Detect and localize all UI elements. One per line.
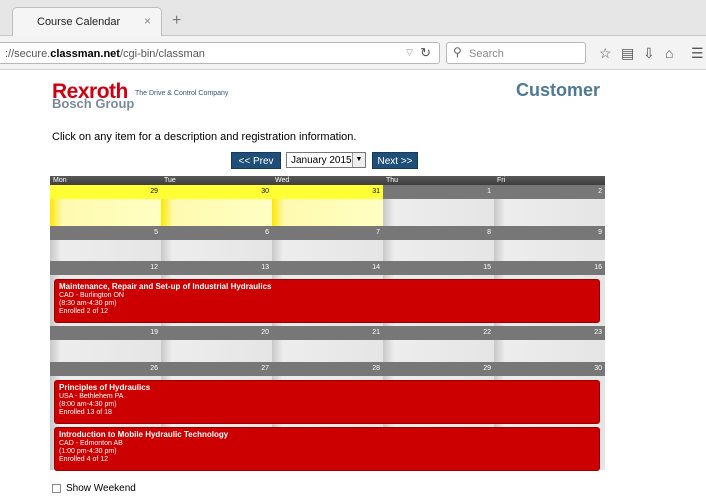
day-number: 14: [272, 261, 383, 275]
day-number: 6: [161, 226, 272, 240]
calendar-week: 19 20 21 22 23: [50, 326, 605, 362]
url-bar[interactable]: ://secure.classman.net/cgi-bin/classman …: [0, 42, 440, 64]
calendar-grid: Mon Tue Wed Thu Fri 29 30 31 1 2 5 6 7 8…: [50, 176, 605, 471]
day-number: 2: [494, 185, 605, 199]
day-number: 27: [161, 362, 272, 376]
page-title: Customer: [515, 80, 600, 100]
course-title: Maintenance, Repair and Set-up of Indust…: [59, 282, 272, 291]
calendar-week: 29 30 31 1 2: [50, 185, 605, 226]
day-number: 30: [494, 362, 605, 376]
day-cell[interactable]: [272, 199, 383, 226]
day-number: 29: [50, 185, 161, 199]
tab-course-calendar[interactable]: Course Calendar ×: [12, 7, 162, 37]
day-cell[interactable]: [494, 240, 605, 261]
logo-tagline: The Drive & Control Company: [135, 90, 229, 97]
day-number: 30: [161, 185, 272, 199]
course-time: (8:30 am-4:30 pm): [59, 300, 117, 307]
search-input[interactable]: ⚲ Search: [446, 42, 586, 64]
day-cell[interactable]: [50, 199, 161, 226]
browser-navbar: ://secure.classman.net/cgi-bin/classman …: [0, 36, 706, 70]
day-cell[interactable]: [161, 199, 272, 226]
day-number: 5: [50, 226, 161, 240]
day-number: 21: [272, 326, 383, 340]
day-number: 20: [161, 326, 272, 340]
day-cell[interactable]: [272, 340, 383, 362]
month-select[interactable]: January 2015 ▼: [286, 152, 366, 168]
show-weekend-checkbox[interactable]: [52, 484, 61, 493]
course-location: USA - Bethlehem PA: [59, 393, 124, 400]
day-number: 19: [50, 326, 161, 340]
reload-icon[interactable]: ↻: [420, 45, 431, 61]
course-location: CAD - Edmonton AB: [59, 440, 123, 447]
day-number: 22: [383, 326, 494, 340]
url-text: ://secure.classman.net/cgi-bin/classman: [5, 48, 205, 60]
day-number: 7: [272, 226, 383, 240]
month-select-value: January 2015: [291, 155, 352, 166]
day-number: 23: [494, 326, 605, 340]
course-event[interactable]: Maintenance, Repair and Set-up of Indust…: [54, 279, 600, 323]
calendar-header: Mon Tue Wed Thu Fri: [50, 176, 605, 185]
day-cell[interactable]: [383, 340, 494, 362]
course-time: (8:00 am-4:30 pm): [59, 401, 117, 408]
menu-icon[interactable]: ☰: [691, 46, 704, 60]
day-cell[interactable]: [161, 240, 272, 261]
day-number: 26: [50, 362, 161, 376]
logo-bosch-group: Bosch Group: [52, 96, 135, 111]
course-time: (1:00 pm-4:30 pm): [59, 448, 117, 455]
search-placeholder: Search: [469, 48, 504, 60]
day-number: 29: [383, 362, 494, 376]
prev-month-button[interactable]: << Prev: [231, 152, 281, 169]
day-cell[interactable]: [161, 340, 272, 362]
reading-list-icon[interactable]: ▤: [621, 46, 634, 60]
day-cell[interactable]: [50, 240, 161, 261]
day-cell[interactable]: [50, 340, 161, 362]
day-number: 12: [50, 261, 161, 275]
course-location: CAD - Burlington ON: [59, 292, 124, 299]
day-number: 28: [272, 362, 383, 376]
new-tab-button[interactable]: +: [172, 12, 181, 30]
search-icon: ⚲: [453, 45, 462, 59]
day-number: 1: [383, 185, 494, 199]
day-cell[interactable]: [272, 240, 383, 261]
day-cell[interactable]: [494, 199, 605, 226]
course-enrolled: Enrolled 13 of 18: [59, 409, 112, 416]
tab-title: Course Calendar: [37, 16, 121, 28]
show-weekend-label: Show Weekend: [66, 483, 136, 494]
day-header-wed: Wed: [272, 176, 383, 185]
day-number: 16: [494, 261, 605, 275]
bookmark-star-icon[interactable]: ☆: [599, 46, 612, 60]
browser-tabstrip: Course Calendar × +: [0, 0, 706, 37]
day-cell[interactable]: [383, 199, 494, 226]
day-header-thu: Thu: [383, 176, 494, 185]
day-cell[interactable]: [383, 240, 494, 261]
chevron-down-icon[interactable]: ▽: [406, 47, 413, 58]
home-icon[interactable]: ⌂: [665, 46, 673, 60]
day-number: 15: [383, 261, 494, 275]
course-title: Introduction to Mobile Hydraulic Technol…: [59, 430, 229, 439]
day-number: 8: [383, 226, 494, 240]
course-event[interactable]: Introduction to Mobile Hydraulic Technol…: [54, 427, 600, 471]
day-number: 31: [272, 185, 383, 199]
day-cell[interactable]: [494, 340, 605, 362]
calendar-week: 12 13 14 15 16 Maintenance, Repair and S…: [50, 261, 605, 326]
day-header-fri: Fri: [494, 176, 605, 185]
course-event[interactable]: Principles of Hydraulics USA - Bethlehem…: [54, 380, 600, 424]
day-number: 13: [161, 261, 272, 275]
course-enrolled: Enrolled 4 of 12: [59, 456, 109, 463]
calendar-week: 5 6 7 8 9: [50, 226, 605, 261]
calendar-week: 26 27 28 29 30 Principles of Hydraulics …: [50, 362, 605, 471]
chevron-down-icon: ▼: [352, 153, 365, 167]
course-enrolled: Enrolled 2 of 12: [59, 308, 109, 315]
next-month-button[interactable]: Next >>: [372, 152, 418, 169]
day-header-tue: Tue: [161, 176, 272, 185]
course-title: Principles of Hydraulics: [59, 383, 151, 392]
day-header-mon: Mon: [50, 176, 161, 185]
instructions-text: Click on any item for a description and …: [52, 131, 357, 143]
close-icon[interactable]: ×: [144, 14, 151, 28]
download-icon[interactable]: ⇩: [643, 46, 655, 60]
day-number: 9: [494, 226, 605, 240]
